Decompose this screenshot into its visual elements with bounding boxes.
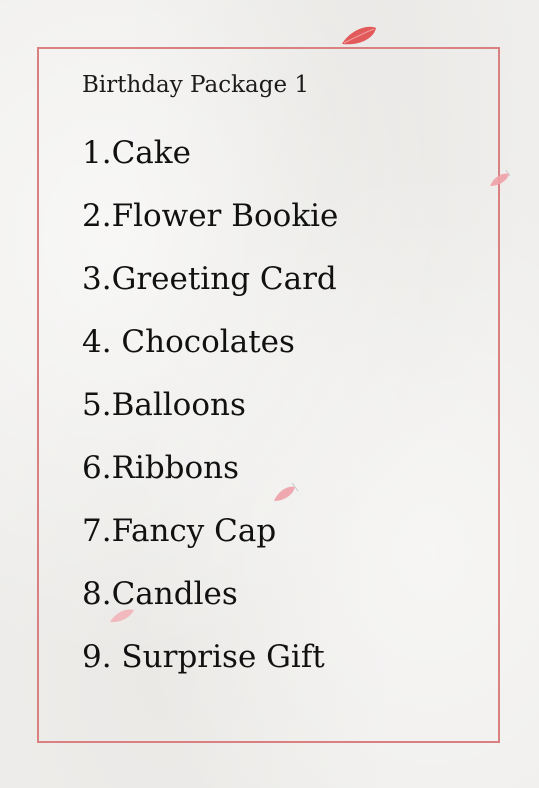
list-item-greeting-card: 3.Greeting Card (82, 261, 337, 297)
list-item-fancy-cap: 7.Fancy Cap (82, 513, 277, 549)
list-item-ribbons: 6.Ribbons (82, 450, 240, 486)
list-item-cake: 1.Cake (82, 135, 191, 171)
list-item-balloons: 5.Balloons (82, 387, 246, 423)
list-item-chocolates: 4. Chocolates (82, 324, 295, 360)
package-title: Birthday Package 1 (82, 72, 310, 98)
list-item-candles: 8.Candles (82, 576, 238, 612)
list-item-flower-bookie: 2.Flower Bookie (82, 198, 339, 234)
package-item-list: 1.Cake 2.Flower Bookie 3.Greeting Card 4… (82, 126, 338, 693)
petal-decoration-top (342, 26, 376, 45)
petal-decoration-right (490, 170, 511, 186)
list-item-surprise-gift: 9. Surprise Gift (82, 639, 325, 675)
